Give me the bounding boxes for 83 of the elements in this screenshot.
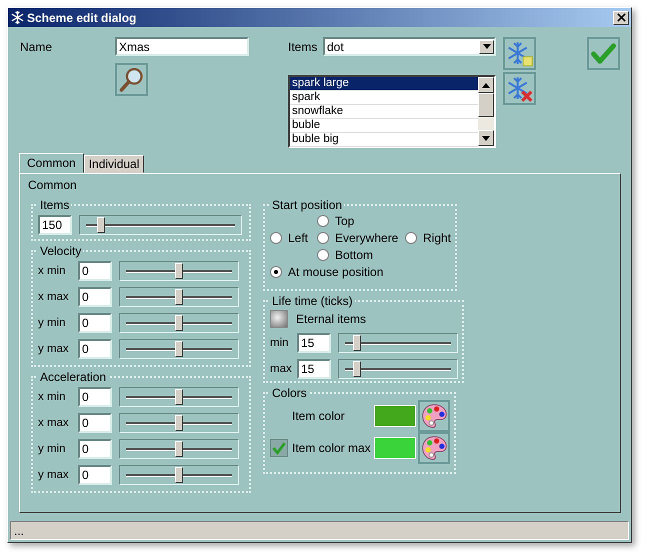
slider-thumb[interactable]	[175, 441, 183, 457]
value-field[interactable]: 0	[78, 313, 112, 333]
radio-button[interactable]	[270, 232, 282, 244]
snowflake-icon	[10, 10, 25, 25]
delete-button[interactable]	[503, 72, 536, 105]
down-arrow-icon	[482, 136, 490, 140]
slider-thumb[interactable]	[352, 361, 361, 377]
radio-option[interactable]: Bottom	[317, 248, 405, 262]
caret-icon	[482, 44, 490, 49]
slider-thumb[interactable]	[175, 315, 183, 331]
list-item[interactable]: buble	[290, 119, 478, 133]
group-title: Acceleration	[39, 370, 108, 384]
name-field[interactable]: Xmas	[115, 37, 249, 56]
radio-button[interactable]	[317, 248, 329, 260]
list-item[interactable]: spark large	[290, 77, 478, 91]
items-dropdown[interactable]: dot	[323, 37, 496, 56]
value-field[interactable]: 15	[297, 333, 331, 353]
list-item[interactable]: spark	[290, 91, 478, 105]
list-item[interactable]: buble big	[290, 133, 478, 147]
color-swatch[interactable]	[374, 437, 416, 459]
value-field[interactable]: 0	[78, 339, 112, 359]
value-field[interactable]: 0	[78, 261, 112, 281]
color-label: Item color	[292, 409, 346, 423]
panel-title: Common	[28, 178, 78, 192]
up-arrow-icon	[482, 82, 490, 88]
slider-thumb[interactable]	[175, 341, 183, 357]
radio-button[interactable]	[317, 232, 329, 244]
checkbox[interactable]	[270, 310, 288, 328]
close-button[interactable]	[613, 10, 629, 24]
radio-option[interactable]: At mouse position	[270, 264, 452, 278]
field-label: x max	[38, 417, 70, 429]
slider-thumb[interactable]	[352, 335, 361, 351]
radio-button[interactable]	[405, 232, 417, 244]
tab[interactable]: Individual	[84, 155, 144, 173]
slider-thumb[interactable]	[175, 467, 183, 483]
field-label: y max	[38, 343, 70, 355]
tab[interactable]: Common	[19, 153, 84, 173]
slider-thumb[interactable]	[96, 217, 105, 233]
field-label: max	[270, 363, 293, 375]
group-title: Items	[39, 198, 70, 212]
field-label: x max	[38, 291, 70, 303]
field-label: y min	[38, 317, 66, 329]
checkbox-label: Eternal items	[296, 312, 366, 326]
radio-option[interactable]: Right	[405, 230, 452, 244]
palette-button[interactable]	[418, 400, 450, 432]
color-label: Item color max	[292, 441, 372, 455]
scrollbar[interactable]	[478, 77, 494, 146]
field-label: x min	[38, 391, 66, 403]
value-field[interactable]: 0	[78, 413, 112, 433]
add-button[interactable]	[503, 37, 536, 70]
slider-thumb[interactable]	[175, 415, 183, 431]
group-title: Start position	[271, 198, 344, 212]
slider-thumb[interactable]	[175, 389, 183, 405]
status-text: ...	[14, 524, 24, 538]
value-field[interactable]: 0	[78, 465, 112, 485]
window-title: Scheme edit dialog	[27, 10, 138, 24]
search-button[interactable]	[115, 63, 148, 96]
radio-button[interactable]	[270, 266, 282, 278]
field-label: min	[270, 337, 290, 349]
color-swatch[interactable]	[374, 405, 416, 427]
items-count-field[interactable]: 150	[38, 215, 72, 235]
checkbox[interactable]	[270, 439, 288, 457]
value-field[interactable]: 0	[78, 387, 112, 407]
radio-button[interactable]	[317, 214, 329, 226]
group-title: Colors	[271, 386, 308, 400]
radio-option[interactable]: Left	[270, 230, 317, 244]
group-title: Life time (ticks)	[271, 294, 354, 308]
radio-option[interactable]: Top	[317, 214, 405, 228]
slider-thumb[interactable]	[175, 289, 183, 305]
name-label: Name	[20, 40, 54, 54]
field-label: x min	[38, 265, 66, 277]
value-field[interactable]: 15	[297, 359, 331, 379]
group-title: Velocity	[39, 244, 82, 258]
field-label: y max	[38, 469, 70, 481]
close-icon	[616, 13, 626, 22]
field-label: y min	[38, 443, 66, 455]
value-field[interactable]: 0	[78, 287, 112, 307]
items-label: Items	[288, 40, 318, 54]
slider-thumb[interactable]	[175, 263, 183, 279]
value-field[interactable]: 0	[78, 439, 112, 459]
palette-button[interactable]	[418, 432, 450, 464]
list-item[interactable]: snowflake	[290, 105, 478, 119]
radio-option[interactable]: Everywhere	[317, 230, 405, 244]
